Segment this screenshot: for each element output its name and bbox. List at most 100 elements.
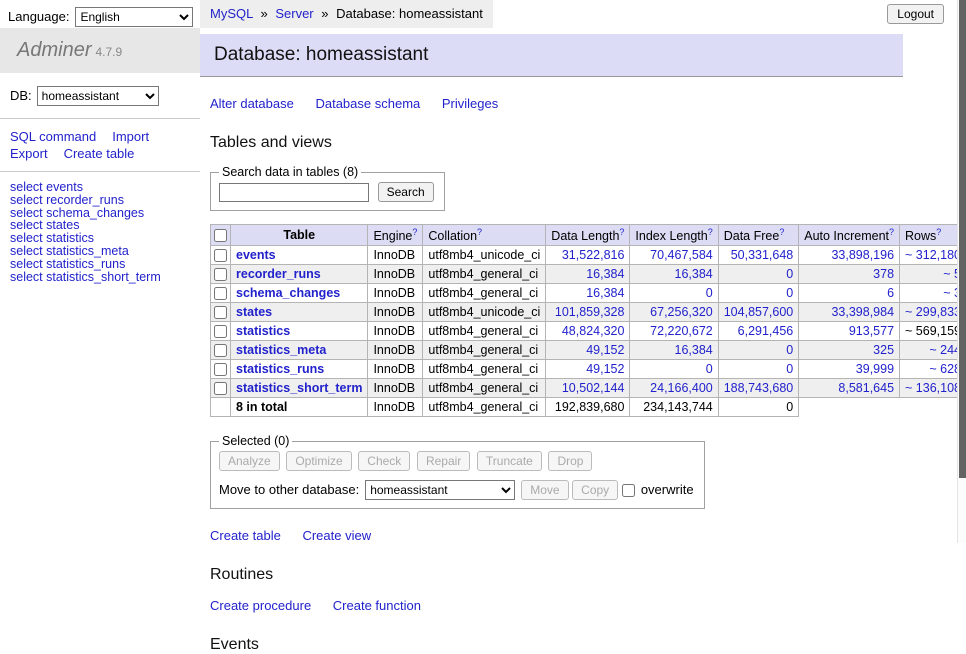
table-link-statistics[interactable]: statistics <box>236 324 290 338</box>
database-schema-link[interactable]: Database schema <box>315 96 420 111</box>
data-free-cell[interactable]: 0 <box>718 284 799 303</box>
auto-increment-cell[interactable]: 8,581,645 <box>799 379 900 398</box>
auto-increment-cell[interactable]: 325 <box>799 341 900 360</box>
sidebar-item-select-statistics-short-term[interactable]: select statistics_short_term <box>10 271 200 284</box>
sidebar-item-select-events[interactable]: select events <box>10 181 200 194</box>
table-row-states: states InnoDB utf8mb4_unicode_ci 101,859… <box>211 303 966 322</box>
search-input[interactable] <box>219 183 369 202</box>
table-link-states[interactable]: states <box>236 305 272 319</box>
truncate-button[interactable]: Truncate <box>477 451 542 471</box>
move-database-select[interactable]: homeassistant <box>365 480 515 500</box>
create-function-link[interactable]: Create function <box>333 598 421 613</box>
app-name: Adminer <box>17 39 91 61</box>
data-length-cell[interactable]: 49,152 <box>546 341 630 360</box>
sidebar-link-import[interactable]: Import <box>112 129 149 144</box>
table-link-statistics-runs[interactable]: statistics_runs <box>236 362 324 376</box>
db-select[interactable]: homeassistant <box>37 86 159 106</box>
sidebar-link-sql-command[interactable]: SQL command <box>10 129 96 144</box>
analyze-button[interactable]: Analyze <box>219 451 280 471</box>
auto-increment-cell[interactable]: 6 <box>799 284 900 303</box>
create-procedure-link[interactable]: Create procedure <box>210 598 311 613</box>
sidebar-link-export[interactable]: Export <box>10 146 48 161</box>
data-free-cell[interactable]: 6,291,456 <box>718 322 799 341</box>
check-button[interactable]: Check <box>358 451 410 471</box>
data-length-cell[interactable]: 49,152 <box>546 360 630 379</box>
breadcrumb-server-link[interactable]: Server <box>275 6 313 21</box>
help-icon[interactable]: ? <box>936 227 941 237</box>
help-icon[interactable]: ? <box>412 227 417 237</box>
select-all-checkbox[interactable] <box>214 229 227 242</box>
index-length-cell[interactable]: 67,256,320 <box>630 303 718 322</box>
col-index-length: Index Length? <box>630 225 718 246</box>
help-icon[interactable]: ? <box>477 227 482 237</box>
auto-increment-cell[interactable]: 33,398,984 <box>799 303 900 322</box>
data-free-cell[interactable]: 50,331,648 <box>718 246 799 265</box>
language-select[interactable]: English <box>75 7 193 27</box>
data-length-cell[interactable]: 16,384 <box>546 265 630 284</box>
row-checkbox[interactable] <box>214 363 227 376</box>
data-length-cell[interactable]: 10,502,144 <box>546 379 630 398</box>
help-icon[interactable]: ? <box>889 227 894 237</box>
breadcrumb-mysql-link[interactable]: MySQL <box>210 6 253 21</box>
optimize-button[interactable]: Optimize <box>286 451 351 471</box>
data-free-cell[interactable]: 0 <box>718 265 799 284</box>
help-icon[interactable]: ? <box>708 227 713 237</box>
col-auto-increment: Auto Increment? <box>799 225 900 246</box>
table-link-events[interactable]: events <box>236 248 276 262</box>
row-checkbox[interactable] <box>214 382 227 395</box>
collation-cell: utf8mb4_general_ci <box>423 265 546 284</box>
sidebar-item-select-statistics-meta[interactable]: select statistics_meta <box>10 245 200 258</box>
table-link-schema-changes[interactable]: schema_changes <box>236 286 340 300</box>
data-length-cell[interactable]: 31,522,816 <box>546 246 630 265</box>
alter-database-link[interactable]: Alter database <box>210 96 294 111</box>
index-length-cell[interactable]: 0 <box>630 284 718 303</box>
auto-increment-cell[interactable]: 913,577 <box>799 322 900 341</box>
data-free-cell[interactable]: 188,743,680 <box>718 379 799 398</box>
row-checkbox[interactable] <box>214 249 227 262</box>
col-data-free: Data Free? <box>718 225 799 246</box>
language-label: Language: <box>8 9 69 24</box>
auto-increment-cell[interactable]: 378 <box>799 265 900 284</box>
data-length-cell[interactable]: 48,824,320 <box>546 322 630 341</box>
index-length-cell[interactable]: 16,384 <box>630 341 718 360</box>
data-free-cell[interactable]: 104,857,600 <box>718 303 799 322</box>
engine-cell: InnoDB <box>368 322 423 341</box>
create-table-link[interactable]: Create table <box>210 528 281 543</box>
table-link-statistics-meta[interactable]: statistics_meta <box>236 343 326 357</box>
data-free-cell[interactable]: 0 <box>718 360 799 379</box>
index-length-cell[interactable]: 72,220,672 <box>630 322 718 341</box>
row-checkbox[interactable] <box>214 306 227 319</box>
overwrite-label[interactable]: overwrite <box>641 482 694 497</box>
drop-button[interactable]: Drop <box>548 451 592 471</box>
overwrite-checkbox[interactable] <box>622 484 635 497</box>
index-length-cell[interactable]: 0 <box>630 360 718 379</box>
move-button[interactable]: Move <box>521 480 568 500</box>
row-checkbox[interactable] <box>214 287 227 300</box>
scrollbar-thumb[interactable] <box>959 0 966 478</box>
logout-button[interactable]: Logout <box>887 4 944 24</box>
help-icon[interactable]: ? <box>619 227 624 237</box>
index-length-cell[interactable]: 16,384 <box>630 265 718 284</box>
create-view-link[interactable]: Create view <box>302 528 371 543</box>
search-button[interactable]: Search <box>378 182 434 202</box>
copy-button[interactable]: Copy <box>572 480 618 500</box>
index-length-cell[interactable]: 24,166,400 <box>630 379 718 398</box>
row-checkbox[interactable] <box>214 268 227 281</box>
row-checkbox[interactable] <box>214 325 227 338</box>
data-length-cell[interactable]: 16,384 <box>546 284 630 303</box>
data-free-cell[interactable]: 0 <box>718 341 799 360</box>
auto-increment-cell[interactable]: 39,999 <box>799 360 900 379</box>
index-length-cell[interactable]: 70,467,584 <box>630 246 718 265</box>
vertical-scrollbar[interactable] <box>957 0 966 543</box>
table-link-recorder-runs[interactable]: recorder_runs <box>236 267 321 281</box>
privileges-link[interactable]: Privileges <box>442 96 498 111</box>
sidebar-item-select-recorder-runs[interactable]: select recorder_runs <box>10 194 200 207</box>
repair-button[interactable]: Repair <box>417 451 470 471</box>
row-checkbox[interactable] <box>214 344 227 357</box>
data-length-cell[interactable]: 101,859,328 <box>546 303 630 322</box>
table-link-statistics-short-term[interactable]: statistics_short_term <box>236 381 362 395</box>
help-icon[interactable]: ? <box>779 227 784 237</box>
sidebar-item-select-statistics-runs[interactable]: select statistics_runs <box>10 258 200 271</box>
auto-increment-cell[interactable]: 33,898,196 <box>799 246 900 265</box>
sidebar-link-create-table[interactable]: Create table <box>64 146 135 161</box>
